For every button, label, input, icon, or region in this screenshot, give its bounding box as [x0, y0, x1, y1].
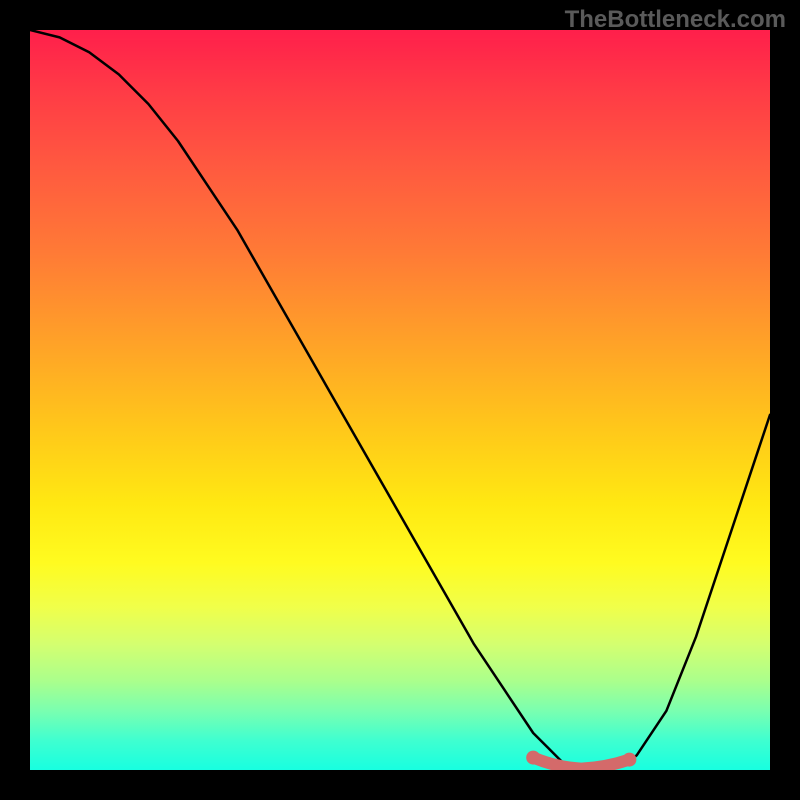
- optimal-zone-highlight: [533, 758, 629, 769]
- watermark-text: TheBottleneck.com: [565, 6, 786, 34]
- optimal-zone-dot-left: [526, 751, 540, 765]
- bottleneck-curve: [30, 30, 770, 768]
- chart-overlay: [30, 30, 770, 770]
- plot-area: [30, 30, 770, 770]
- optimal-zone-dot-right: [622, 753, 636, 767]
